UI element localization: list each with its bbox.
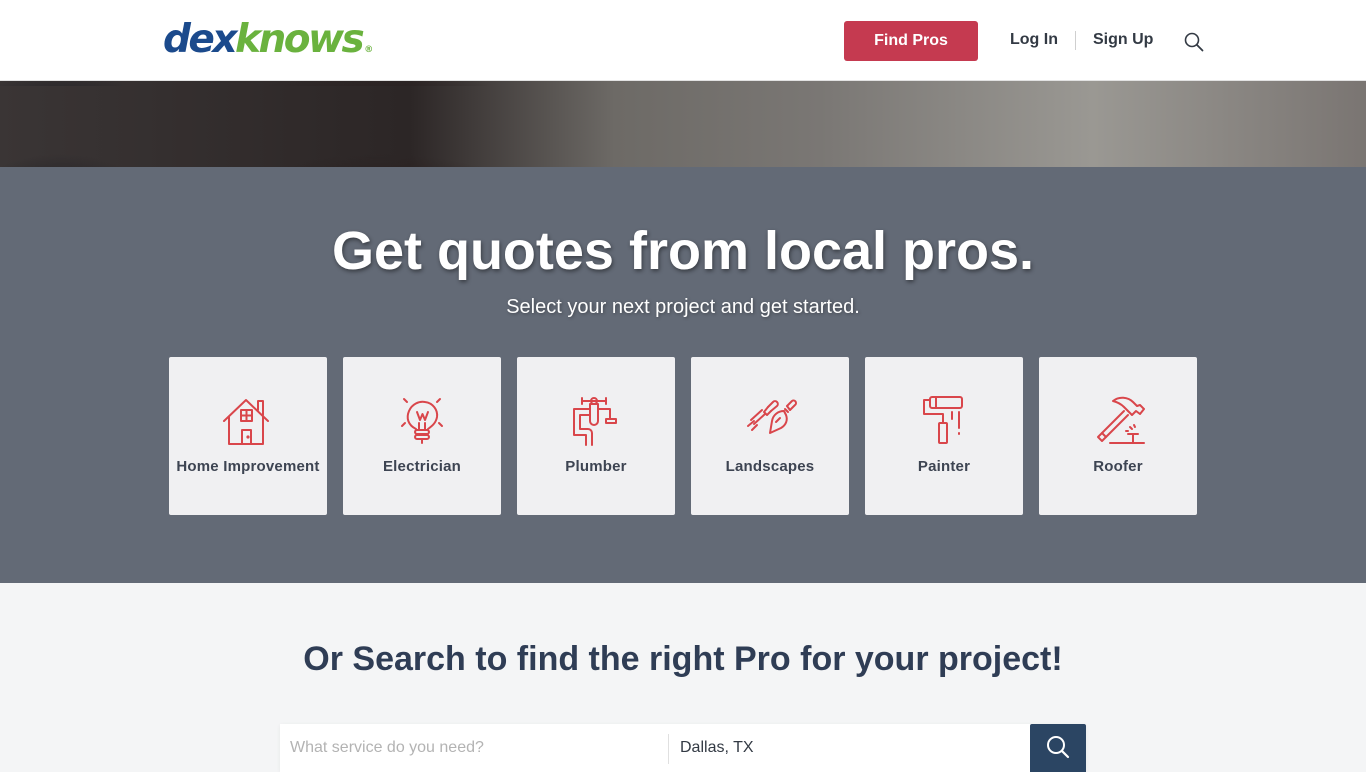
paint-roller-icon bbox=[914, 393, 974, 449]
site-header: dex knows ® Find Pros Log In Sign Up bbox=[0, 0, 1366, 81]
search-section: Or Search to find the right Pro for your… bbox=[0, 583, 1366, 772]
garden-tools-icon bbox=[740, 393, 800, 449]
hero-title: Get quotes from local pros. bbox=[331, 221, 1035, 281]
signup-link[interactable]: Sign Up bbox=[1093, 30, 1153, 50]
hero-subtitle: Select your next project and get started… bbox=[506, 296, 860, 318]
category-card-roofer[interactable]: Roofer bbox=[1039, 357, 1197, 515]
category-label: Electrician bbox=[382, 458, 462, 475]
location-input[interactable] bbox=[669, 724, 1030, 772]
logo-knows: knows bbox=[235, 17, 365, 62]
lightbulb-icon bbox=[392, 393, 452, 449]
category-card-home-improvement[interactable]: Home Improvement bbox=[169, 357, 327, 515]
logo-registered-mark: ® bbox=[364, 45, 374, 55]
search-icon bbox=[1045, 734, 1071, 763]
category-card-painter[interactable]: Painter bbox=[865, 357, 1023, 515]
quote-section: Get quotes from local pros. Select your … bbox=[0, 167, 1366, 583]
search-submit-button[interactable] bbox=[1030, 724, 1086, 772]
nav-divider bbox=[1075, 31, 1076, 50]
login-link[interactable]: Log In bbox=[1010, 30, 1058, 50]
logo-dex: dex bbox=[163, 17, 238, 62]
search-heading: Or Search to find the right Pro for your… bbox=[303, 640, 1063, 678]
search-bar bbox=[280, 724, 1086, 772]
category-cards: Home Improvement Electrician Plumber Lan… bbox=[169, 357, 1197, 515]
find-pros-button[interactable]: Find Pros bbox=[844, 21, 978, 61]
category-card-electrician[interactable]: Electrician bbox=[343, 357, 501, 515]
category-label: Home Improvement bbox=[176, 458, 320, 475]
category-card-plumber[interactable]: Plumber bbox=[517, 357, 675, 515]
search-icon[interactable] bbox=[1183, 31, 1205, 53]
hero-banner-image bbox=[0, 81, 1366, 167]
house-icon bbox=[218, 393, 278, 449]
dexknows-logo[interactable]: dex knows ® bbox=[163, 16, 373, 64]
hammer-icon bbox=[1088, 393, 1148, 449]
faucet-icon bbox=[566, 393, 626, 449]
category-card-landscapes[interactable]: Landscapes bbox=[691, 357, 849, 515]
service-search-input[interactable] bbox=[280, 724, 668, 772]
category-label: Plumber bbox=[565, 458, 627, 475]
category-label: Painter bbox=[917, 458, 971, 475]
category-label: Landscapes bbox=[725, 458, 815, 475]
category-label: Roofer bbox=[1093, 458, 1143, 475]
